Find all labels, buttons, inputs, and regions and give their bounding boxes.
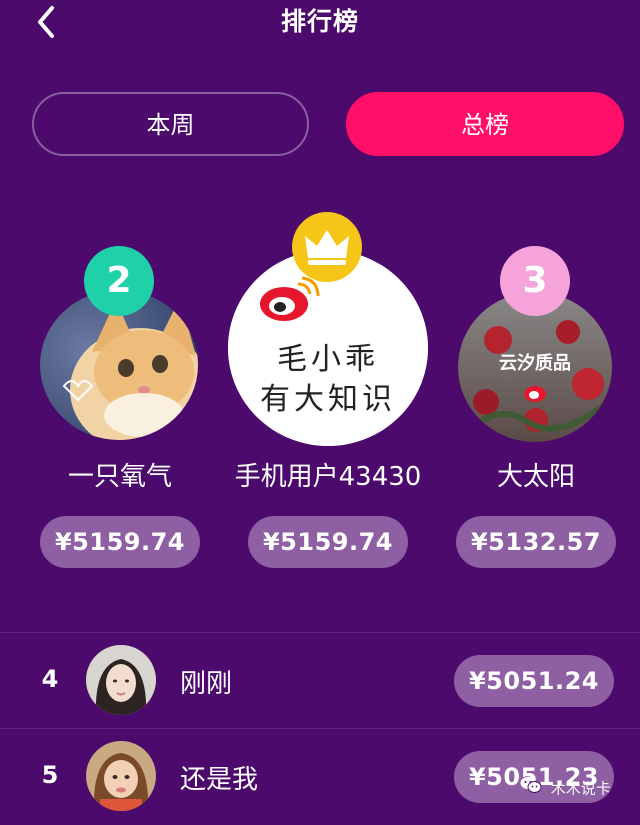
rank-badge-3: 3 <box>500 246 570 316</box>
row-name: 还是我 <box>180 765 259 795</box>
podium-amount-3: ¥5132.57 <box>456 516 616 568</box>
row-rank: 5 <box>41 761 59 789</box>
podium-amount-2: ¥5159.74 <box>40 516 200 568</box>
rank-badge-2: 2 <box>84 246 154 316</box>
avatar-text-line-2: 有大知识 <box>260 382 396 417</box>
page-title: 排行榜 <box>280 7 359 36</box>
list-item[interactable]: 4 刚刚 ¥5051.24 <box>0 633 640 729</box>
rank-badge-1 <box>292 212 362 282</box>
row-amount: ¥5051.24 <box>454 655 614 707</box>
watermark: 木木说卡 <box>520 776 611 800</box>
podium-name-2: 一只氧气 <box>67 462 172 492</box>
row-rank: 4 <box>41 665 59 693</box>
leaderboard-screen: 排行榜 本周 总榜 2 一只氧气 ¥5159.74 毛小乖 有大知识 手机用户4… <box>0 0 640 817</box>
avatar-brand-text: 云汐质品 <box>499 353 571 374</box>
crown-icon <box>305 230 349 265</box>
podium-amount-1: ¥5159.74 <box>248 516 408 568</box>
tab-overall[interactable]: 总榜 <box>346 92 624 156</box>
wechat-icon <box>520 776 542 801</box>
avatar <box>86 645 156 715</box>
row-name: 刚刚 <box>180 669 233 699</box>
podium-name-1: 手机用户43430 <box>234 462 422 492</box>
header: 排行榜 <box>0 0 640 50</box>
avatar <box>86 741 156 811</box>
woman-portrait <box>86 645 156 715</box>
watermark-text: 木木说卡 <box>550 779 611 798</box>
podium-name-3: 大太阳 <box>496 462 575 492</box>
woman-portrait-2 <box>86 741 156 811</box>
tab-this-week[interactable]: 本周 <box>32 92 309 156</box>
avatar-text-line-1: 毛小乖 <box>277 342 379 377</box>
